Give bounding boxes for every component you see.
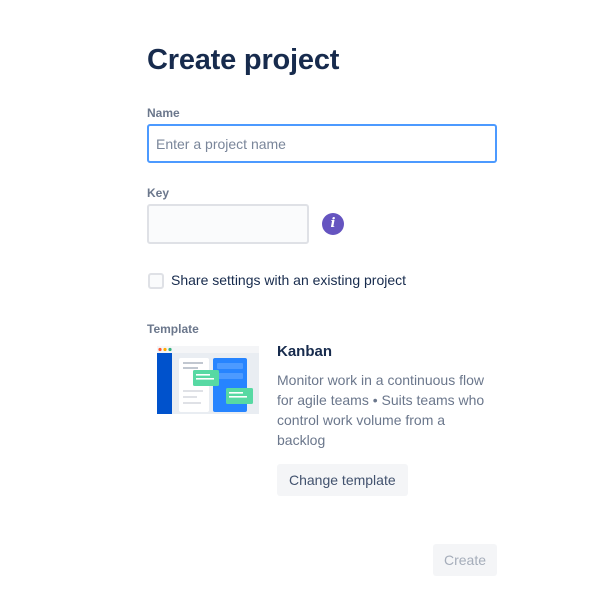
share-settings-label[interactable]: Share settings with an existing project [171,272,406,288]
template-description: Monitor work in a continuous flow for ag… [277,372,485,448]
project-name-input[interactable] [147,124,497,163]
change-template-button[interactable]: Change template [277,464,408,496]
project-key-input[interactable] [147,204,309,244]
template-name: Kanban [277,343,333,360]
info-icon[interactable]: i [322,213,344,235]
page-title: Create project [147,44,340,76]
kanban-template-thumbnail [157,346,259,414]
create-button[interactable]: Create [433,544,497,576]
key-label: Key [147,186,170,200]
name-label: Name [147,106,180,120]
template-label: Template [147,322,199,336]
share-settings-checkbox[interactable] [148,273,164,289]
